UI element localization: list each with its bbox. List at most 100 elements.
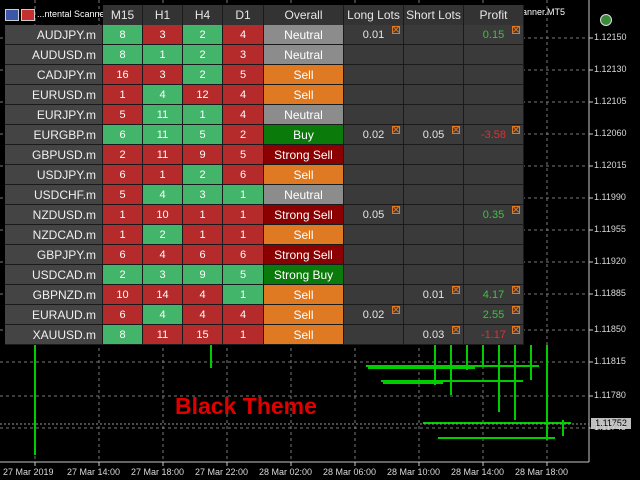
overall-signal-cell: Strong Sell — [264, 145, 344, 165]
signal-count-h1: 2 — [143, 225, 183, 245]
overall-signal-cell: Neutral — [264, 185, 344, 205]
symbol-cell[interactable]: GBPNZD.m — [5, 285, 103, 305]
symbol-cell[interactable]: GBPJPY.m — [5, 245, 103, 265]
expert-name: anner.MT5 — [522, 7, 566, 17]
indicator-title: ...ntental Scanner — [5, 7, 108, 21]
short-lots-cell — [404, 185, 464, 205]
overall-signal-cell: Sell — [264, 225, 344, 245]
flag-icon — [21, 8, 35, 21]
symbol-cell[interactable]: EURUSD.m — [5, 85, 103, 105]
long-lots-cell — [344, 285, 404, 305]
signal-count-m15: 1 — [103, 225, 143, 245]
signal-count-m15: 6 — [103, 305, 143, 325]
overall-signal-cell: Neutral — [264, 105, 344, 125]
overall-signal-cell: Strong Sell — [264, 245, 344, 265]
time-axis-label: 28 Mar 18:00 — [515, 467, 569, 477]
signal-count-h4: 2 — [183, 25, 223, 45]
symbol-cell[interactable]: CADJPY.m — [5, 65, 103, 85]
close-long-icon[interactable] — [392, 26, 400, 34]
column-header: Long Lots — [344, 5, 404, 25]
signal-count-h1: 4 — [143, 245, 183, 265]
long-lots-cell — [344, 325, 404, 345]
close-position-icon[interactable] — [512, 326, 520, 334]
symbol-cell[interactable]: EURAUD.m — [5, 305, 103, 325]
symbol-cell[interactable]: NZDUSD.m — [5, 205, 103, 225]
price-axis-label: 1.11745 — [594, 422, 626, 432]
symbol-cell[interactable]: NZDCAD.m — [5, 225, 103, 245]
long-lots-cell: 0.02 — [344, 125, 404, 145]
short-lots-cell — [404, 45, 464, 65]
price-axis-label: 1.11955 — [594, 224, 626, 234]
long-lots-cell — [344, 145, 404, 165]
symbol-cell[interactable]: EURJPY.m — [5, 105, 103, 125]
signal-count-d1: 4 — [223, 305, 264, 325]
watermark-text: Black Theme — [175, 393, 317, 419]
signal-count-h4: 3 — [183, 185, 223, 205]
signal-count-h1: 4 — [143, 85, 183, 105]
close-position-icon[interactable] — [512, 26, 520, 34]
long-lots-cell — [344, 245, 404, 265]
symbol-cell[interactable]: AUDJPY.m — [5, 25, 103, 45]
symbol-cell[interactable]: XAUUSD.m — [5, 325, 103, 345]
signal-count-h4: 6 — [183, 245, 223, 265]
symbol-cell[interactable]: USDCAD.m — [5, 265, 103, 285]
signal-count-d1: 5 — [223, 65, 264, 85]
overall-signal-cell: Sell — [264, 325, 344, 345]
signal-count-d1: 6 — [223, 165, 264, 185]
close-position-icon[interactable] — [512, 306, 520, 314]
short-lots-cell — [404, 165, 464, 185]
symbol-cell[interactable]: GBPUSD.m — [5, 145, 103, 165]
symbol-cell[interactable]: AUDUSD.m — [5, 45, 103, 65]
overall-signal-cell: Sell — [264, 65, 344, 85]
profit-cell — [464, 245, 524, 265]
close-short-icon[interactable] — [452, 326, 460, 334]
symbol-cell[interactable]: USDJPY.m — [5, 165, 103, 185]
close-long-icon[interactable] — [392, 306, 400, 314]
price-axis-label: 1.12015 — [594, 160, 627, 170]
profit-cell: 0.15 — [464, 25, 524, 45]
short-lots-cell — [404, 85, 464, 105]
signal-count-h1: 3 — [143, 65, 183, 85]
long-lots-cell — [344, 185, 404, 205]
close-position-icon[interactable] — [512, 126, 520, 134]
short-lots-cell — [404, 265, 464, 285]
signal-count-m15: 6 — [103, 245, 143, 265]
close-short-icon[interactable] — [452, 286, 460, 294]
symbol-cell[interactable]: EURGBP.m — [5, 125, 103, 145]
symbol-cell[interactable]: USDCHF.m — [5, 185, 103, 205]
close-long-icon[interactable] — [392, 126, 400, 134]
close-position-icon[interactable] — [512, 206, 520, 214]
signal-count-h4: 1 — [183, 105, 223, 125]
long-lots-cell: 0.02 — [344, 305, 404, 325]
close-long-icon[interactable] — [392, 206, 400, 214]
profit-cell: -1.17 — [464, 325, 524, 345]
signal-count-h1: 4 — [143, 185, 183, 205]
signal-count-m15: 5 — [103, 105, 143, 125]
time-axis-label: 28 Mar 10:00 — [387, 467, 441, 477]
signal-count-h4: 2 — [183, 65, 223, 85]
signal-count-m15: 8 — [103, 25, 143, 45]
profit-cell: 0.35 — [464, 205, 524, 225]
close-short-icon[interactable] — [452, 126, 460, 134]
short-lots-cell — [404, 305, 464, 325]
signal-count-h1: 3 — [143, 265, 183, 285]
overall-signal-cell: Sell — [264, 285, 344, 305]
column-header: Overall — [264, 5, 344, 25]
column-header: D1 — [223, 5, 264, 25]
short-lots-cell — [404, 225, 464, 245]
close-position-icon[interactable] — [512, 286, 520, 294]
column-header: Profit — [464, 5, 524, 25]
short-lots-cell: 0.01 — [404, 285, 464, 305]
signal-count-d1: 5 — [223, 265, 264, 285]
overall-signal-cell: Sell — [264, 165, 344, 185]
profit-cell — [464, 265, 524, 285]
signal-count-d1: 1 — [223, 325, 264, 345]
signal-count-m15: 16 — [103, 65, 143, 85]
signal-count-d1: 4 — [223, 105, 264, 125]
signal-count-m15: 1 — [103, 85, 143, 105]
time-axis-label: 28 Mar 06:00 — [323, 467, 377, 477]
long-lots-cell — [344, 85, 404, 105]
signal-count-h1: 11 — [143, 125, 183, 145]
signal-count-h4: 9 — [183, 265, 223, 285]
price-axis-label: 1.12105 — [594, 96, 627, 106]
